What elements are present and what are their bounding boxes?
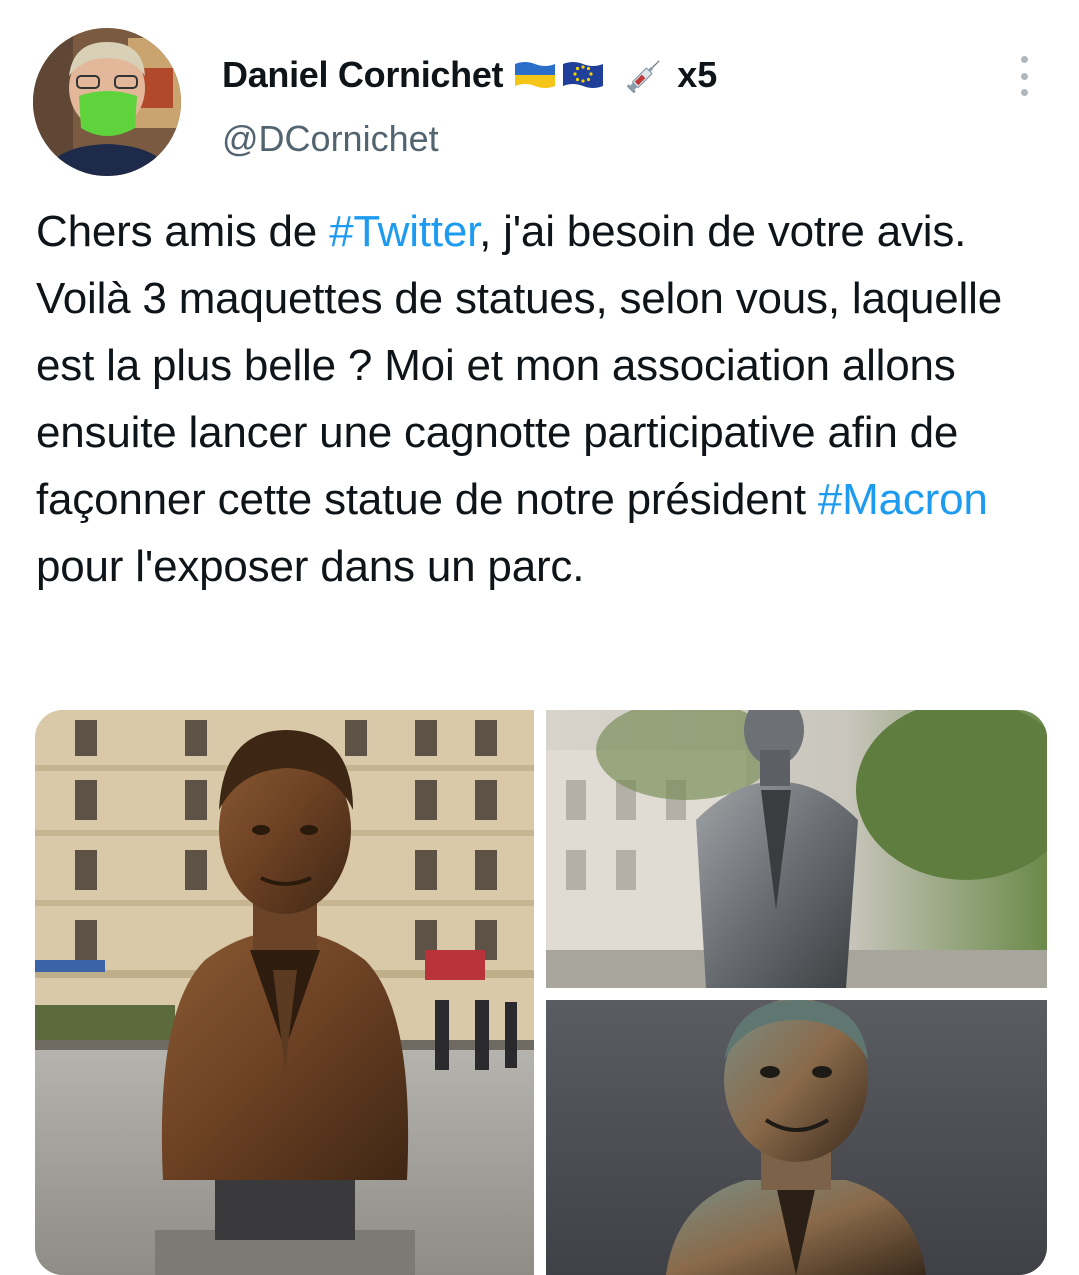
- badge-count: x5: [677, 54, 718, 95]
- grey-standing-statue-photo[interactable]: [546, 710, 1047, 988]
- hashtag-macron-link[interactable]: #Macron: [818, 475, 988, 524]
- author-avatar[interactable]: [33, 28, 181, 176]
- media-grid: [35, 710, 1047, 1275]
- bronze-bust-statue-photo[interactable]: [35, 710, 534, 1275]
- tweet-text: Chers amis de #Twitter, j'ai besoin de v…: [36, 198, 1056, 600]
- author-name-row: Daniel Cornichet x5: [222, 50, 717, 100]
- tweet-text-segment: Chers amis de: [36, 207, 330, 256]
- more-options-icon[interactable]: [1010, 56, 1038, 96]
- patina-bust-statue-photo[interactable]: [546, 1000, 1047, 1275]
- author-display-name[interactable]: Daniel Cornichet: [222, 54, 504, 96]
- hashtag-twitter-link[interactable]: #Twitter: [329, 207, 479, 256]
- syringe-icon: [626, 60, 660, 94]
- tweet-text-segment: pour l'exposer dans un parc.: [36, 542, 585, 591]
- author-handle[interactable]: @DCornichet: [222, 118, 439, 160]
- eu-flag-icon: [563, 62, 604, 88]
- ukraine-flag-icon: [515, 62, 556, 88]
